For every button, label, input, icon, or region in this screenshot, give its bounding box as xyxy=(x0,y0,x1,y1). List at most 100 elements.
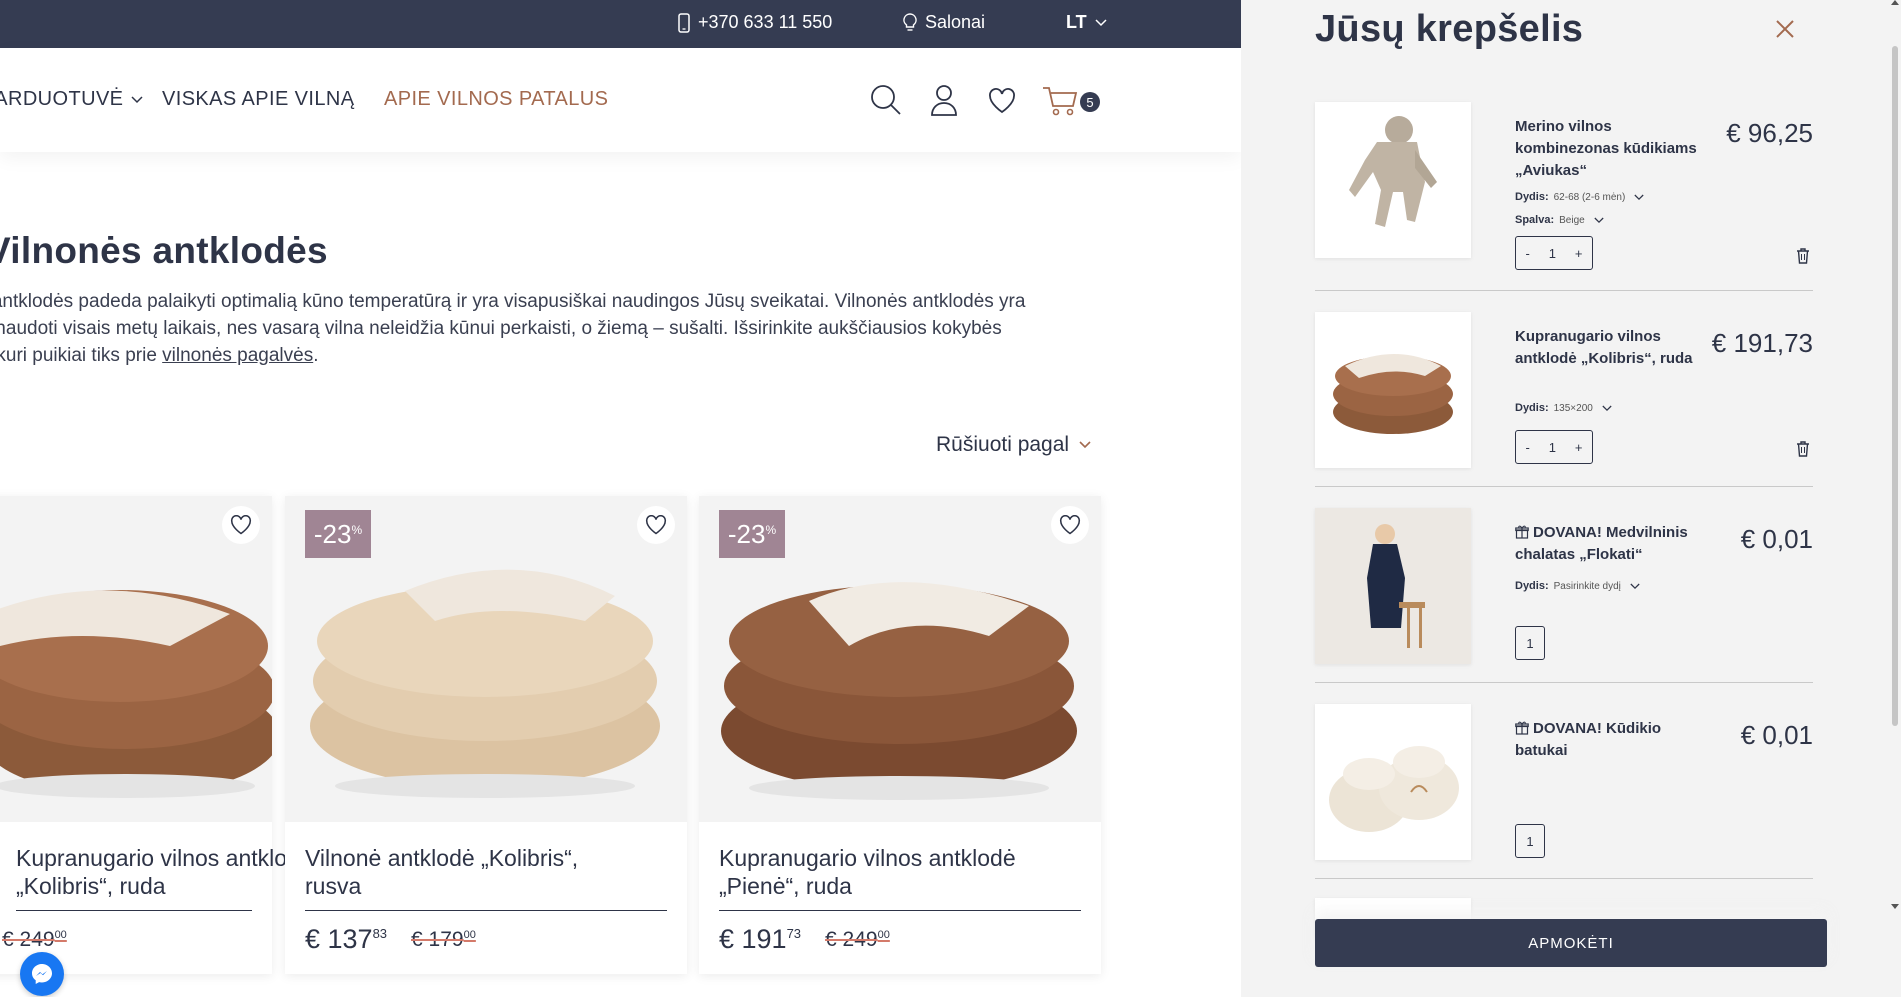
old-price: € 24900 xyxy=(2,928,67,952)
current-price-main: € 191 xyxy=(719,924,787,954)
cart-icon[interactable] xyxy=(1042,86,1078,116)
decrease-button[interactable]: - xyxy=(1525,440,1529,455)
product-card[interactable]: -23% Vilnonė antklodė „Kolibris“, rusva €… xyxy=(285,496,687,974)
current-price: € 13783 xyxy=(305,924,387,955)
discount-suffix: % xyxy=(351,523,363,537)
top-bar: +370 633 11 550 Salonai LT xyxy=(0,0,1241,48)
decrease-button[interactable]: - xyxy=(1525,246,1529,261)
product-title[interactable]: Kupranugario vilnos antklodė „Pienė“, rud… xyxy=(719,844,1081,900)
cart-item-price: € 96,25 xyxy=(1726,118,1813,148)
trash-icon[interactable] xyxy=(1795,440,1811,458)
product-image[interactable]: -23% xyxy=(699,496,1101,822)
description-text: . xyxy=(313,345,319,366)
cart-item-image[interactable] xyxy=(1315,508,1471,664)
chevron-down-icon xyxy=(1602,405,1612,411)
cart-item-name[interactable]: Kupranugario vilnos antklodė „Kolibris“,… xyxy=(1515,326,1715,370)
phone-link[interactable]: +370 633 11 550 xyxy=(678,12,832,33)
divider xyxy=(719,910,1081,911)
messenger-icon xyxy=(32,964,52,984)
phone-icon xyxy=(678,12,690,33)
divider xyxy=(1315,290,1813,291)
current-price: € 19173 xyxy=(719,924,801,955)
scrollbar-thumb[interactable] xyxy=(1892,46,1898,726)
product-card[interactable]: Kupranugario vilnos antklodė „Kolibris“, … xyxy=(0,496,313,974)
product-prices: € 19173 € 24900 xyxy=(719,924,890,955)
product-title-line: Kupranugario vilnos antklodė xyxy=(719,845,1016,871)
cart-item-image[interactable] xyxy=(1315,704,1471,860)
checkout-button[interactable]: APMOKĖTI xyxy=(1315,919,1827,967)
cart-item-price: € 191,73 xyxy=(1711,328,1813,358)
increase-button[interactable]: + xyxy=(1575,440,1583,455)
cart-scrollbar[interactable] xyxy=(1889,0,1901,997)
cart-item: DOVANA! Medvilninis chalatas „Flokati“ €… xyxy=(1315,508,1813,684)
size-option[interactable]: Dydis: 62-68 (2-6 mėn) xyxy=(1515,191,1644,203)
close-icon[interactable] xyxy=(1772,16,1798,42)
quantity-value[interactable]: 1 xyxy=(1549,246,1556,261)
cart-item-name[interactable]: Merino vilnos kombinezonas kūdikiams „Av… xyxy=(1515,116,1715,182)
chevron-down-icon xyxy=(1095,18,1107,26)
product-title-line: „Pienė“, ruda xyxy=(719,873,852,899)
increase-button[interactable]: + xyxy=(1575,246,1583,261)
heart-icon[interactable] xyxy=(988,88,1016,114)
cart-item-image[interactable] xyxy=(1315,312,1471,468)
blanket-image xyxy=(1333,354,1453,434)
current-price-cents: 73 xyxy=(786,926,802,941)
product-title-line: rusva xyxy=(305,873,362,899)
size-option[interactable]: Dydis: Pasirinkite dydį xyxy=(1515,580,1640,592)
nav-about[interactable]: APIE VILNOS PATALUS xyxy=(384,88,608,111)
wishlist-button[interactable] xyxy=(222,506,260,544)
user-icon[interactable] xyxy=(930,84,958,116)
heart-icon xyxy=(1059,515,1081,535)
old-price-cents: 00 xyxy=(54,929,67,941)
store-page: +370 633 11 550 Salonai LT PARDUOTUVĖ VI… xyxy=(0,0,1241,997)
size-label: Dydis: xyxy=(1515,402,1549,414)
quantity-stepper[interactable]: - 1 + xyxy=(1515,430,1593,464)
size-value: Pasirinkite dydį xyxy=(1553,580,1621,592)
nav-shop[interactable]: PARDUOTUVĖ xyxy=(0,88,143,111)
quantity-field: 1 xyxy=(1515,626,1545,660)
product-prices: € 13783 € 17900 xyxy=(305,924,476,955)
gift-icon xyxy=(1515,721,1529,735)
product-card[interactable]: -23% Kupranugario vilnos antklodė „Pienė“… xyxy=(699,496,1101,974)
product-image[interactable]: -23% xyxy=(285,496,687,822)
product-prices: € 24900 xyxy=(2,924,67,952)
old-price-cents: 00 xyxy=(877,929,890,941)
description-text: antklodę, kuri puikiai tiks prie xyxy=(0,345,157,366)
current-price-cents: 83 xyxy=(372,926,388,941)
old-price-cents: 00 xyxy=(463,929,476,941)
quantity-value[interactable]: 1 xyxy=(1549,440,1556,455)
cart-item-image[interactable] xyxy=(1315,102,1471,258)
size-option[interactable]: Dydis: 135×200 xyxy=(1515,402,1612,414)
quantity-stepper[interactable]: - 1 + xyxy=(1515,236,1593,270)
cart-title: Jūsų krepšelis xyxy=(1315,8,1584,50)
nav-wool[interactable]: VISKAS APIE VILNĄ xyxy=(162,88,354,111)
gift-icon xyxy=(1515,525,1529,539)
discount-badge: -23% xyxy=(305,510,371,558)
sort-dropdown[interactable]: Rūšiuoti pagal xyxy=(936,433,1091,457)
wishlist-button[interactable] xyxy=(637,506,675,544)
jumpsuit-image xyxy=(1349,116,1437,227)
pillow-link[interactable]: vilnonės pagalvės xyxy=(162,345,313,366)
search-icon[interactable] xyxy=(870,84,902,116)
product-image[interactable] xyxy=(0,496,272,822)
product-title[interactable]: Vilnonė antklodė „Kolibris“, rusva xyxy=(305,844,667,900)
scroll-down-arrow[interactable] xyxy=(1891,904,1899,909)
chevron-down-icon xyxy=(1630,583,1640,589)
chevron-down-icon xyxy=(1634,194,1644,200)
color-option[interactable]: Spalva: Beige xyxy=(1515,214,1604,226)
old-price: € 24900 xyxy=(825,928,890,952)
salons-link[interactable]: Salonai xyxy=(903,12,985,33)
quantity-field: 1 xyxy=(1515,824,1545,858)
color-label: Spalva: xyxy=(1515,214,1555,226)
language-selector[interactable]: LT xyxy=(1066,12,1107,33)
lightbulb-icon xyxy=(903,12,917,31)
discount-value: -23 xyxy=(313,518,352,549)
wishlist-button[interactable] xyxy=(1051,506,1089,544)
cart-item-name[interactable]: DOVANA! Medvilninis chalatas „Flokati“ xyxy=(1515,522,1715,566)
trash-icon[interactable] xyxy=(1795,247,1811,265)
scroll-up-arrow[interactable] xyxy=(1891,0,1899,5)
category-title: Vilnonės antklodės xyxy=(0,230,328,271)
cart-item-name[interactable]: DOVANA! Kūdikio batukai xyxy=(1515,718,1715,762)
messenger-chat-button[interactable] xyxy=(20,952,64,996)
old-price-main: € 179 xyxy=(411,928,464,951)
